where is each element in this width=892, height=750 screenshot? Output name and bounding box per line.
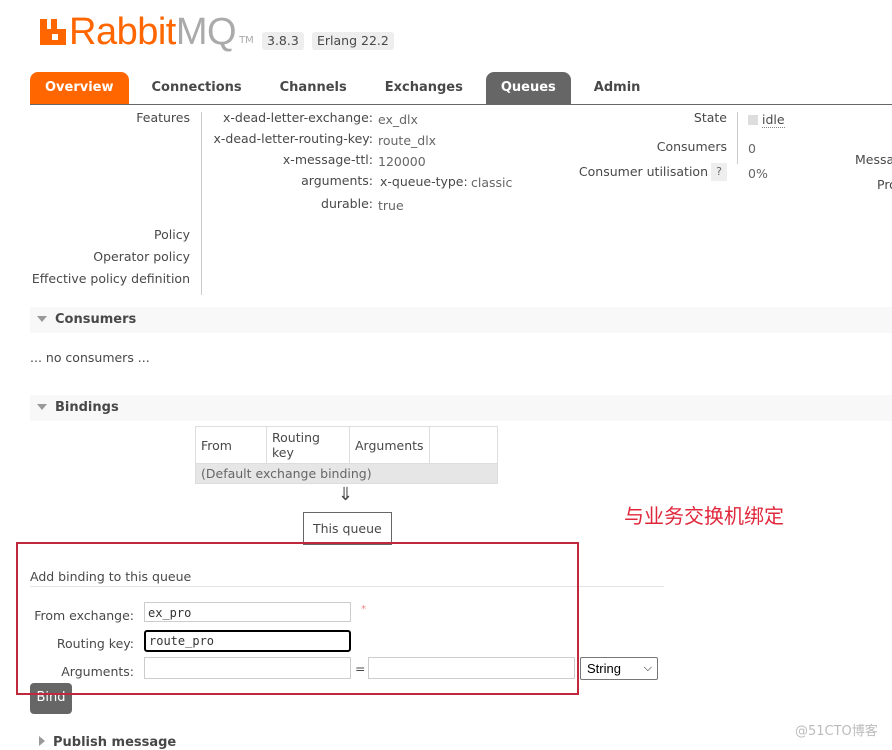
consumers-label: Consumers [656, 139, 727, 154]
feature-value: classic [471, 175, 513, 190]
effective-policy-label: Effective policy definition [31, 271, 190, 286]
feature-value: ex_dlx [378, 112, 418, 127]
logo-text: RabbitMQ [69, 11, 237, 53]
bindings-table: From Routing key Arguments (Default exch… [195, 426, 499, 484]
consumers-section-header[interactable]: Consumers [30, 307, 892, 333]
tab-channels[interactable]: Channels [265, 72, 362, 104]
state-label: State [693, 110, 727, 125]
tab-overview[interactable]: Overview [30, 72, 129, 104]
tab-connections[interactable]: Connections [137, 72, 257, 104]
rabbitmq-logo[interactable]: RabbitMQ TM [40, 12, 254, 52]
publish-section-title: Publish message [53, 735, 177, 750]
feature-value: route_dlx [378, 133, 437, 148]
bindings-table-header: From Routing key Arguments [195, 426, 499, 464]
help-button[interactable]: ? [711, 163, 727, 181]
column-header-from: From [195, 426, 267, 464]
tab-admin[interactable]: Admin [579, 72, 656, 104]
feature-subkey: x-queue-type: [380, 174, 468, 189]
stats-separator [737, 112, 738, 164]
table-row: (Default exchange binding) [195, 463, 498, 484]
feature-key: x-dead-letter-routing-key: [213, 131, 373, 146]
feature-key: x-message-ttl: [282, 152, 373, 167]
publish-section-header[interactable]: Publish message [30, 735, 176, 750]
annotation-highlight-box [16, 542, 579, 695]
chevron-down-icon: ⌵ [643, 662, 652, 674]
feature-key: x-dead-letter-exchange: [222, 110, 373, 125]
process-label: Pro [877, 177, 892, 192]
consumers-section-title: Consumers [55, 312, 137, 327]
policy-label: Policy [154, 227, 190, 242]
features-label: Features [136, 110, 190, 125]
tab-queues[interactable]: Queues [485, 72, 571, 104]
feature-value: true [378, 198, 404, 213]
main-nav: Overview Connections Channels Exchanges … [30, 72, 663, 104]
rabbitmq-logo-icon [40, 19, 66, 45]
argument-type-select[interactable]: String ⌵ [580, 657, 658, 680]
trademark: TM [239, 35, 254, 46]
consumers-value: 0 [748, 141, 756, 156]
consumer-utilisation-label: Consumer utilisation [578, 164, 708, 179]
tabs-divider [30, 104, 892, 105]
feature-key: arguments: [301, 173, 373, 188]
tab-exchanges[interactable]: Exchanges [370, 72, 478, 104]
column-header-actions [428, 426, 499, 464]
collapse-triangle-icon [37, 404, 47, 410]
version-badge: 3.8.3 [262, 32, 304, 50]
operator-policy-label: Operator policy [93, 249, 190, 264]
consumer-utilisation-value: 0% [748, 166, 768, 181]
bindings-section-header[interactable]: Bindings [30, 395, 892, 421]
details-separator [201, 112, 202, 295]
messages-label: Messa [855, 152, 892, 167]
down-arrow-icon: ⇓ [338, 484, 354, 505]
column-header-routing-key: Routing key [266, 426, 350, 464]
feature-value: 120000 [378, 154, 426, 169]
default-binding-cell: (Default exchange binding) [195, 463, 498, 484]
state-indicator-icon [748, 115, 758, 125]
this-queue-box: This queue [303, 512, 392, 545]
state-value[interactable]: idle [762, 112, 785, 128]
column-header-arguments: Arguments [349, 426, 430, 464]
annotation-text: 与业务交换机绑定 [624, 504, 784, 528]
argument-type-value: String [587, 661, 621, 676]
bindings-section-title: Bindings [55, 400, 119, 415]
no-consumers-text: ... no consumers ... [30, 350, 150, 365]
feature-key: durable: [321, 196, 373, 211]
collapse-triangle-icon [37, 316, 47, 322]
erlang-badge: Erlang 22.2 [312, 32, 394, 50]
watermark: @51CTO博客 [795, 724, 878, 739]
